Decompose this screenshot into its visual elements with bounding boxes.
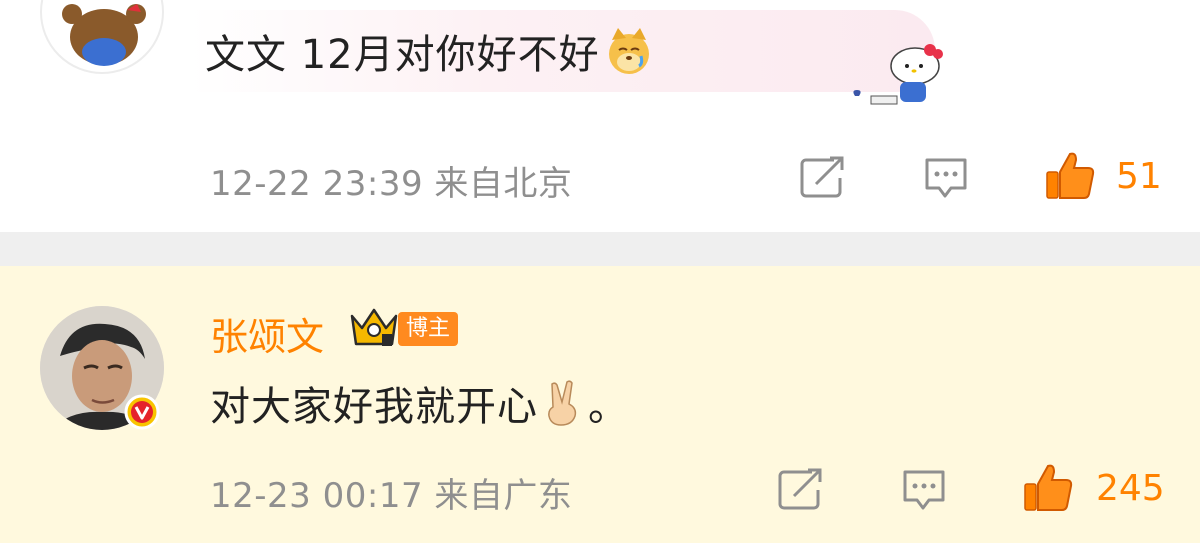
victory-hand-emoji-icon: [548, 380, 577, 426]
section-divider: [0, 232, 1200, 266]
crown-badge-icon: [350, 308, 398, 346]
like-icon[interactable]: [1022, 462, 1074, 514]
username[interactable]: 张颂文: [210, 306, 324, 361]
hello-kitty-icon: [853, 44, 943, 105]
share-icon[interactable]: [778, 468, 824, 510]
like-count: 51: [1116, 156, 1162, 197]
avatar[interactable]: [40, 0, 164, 74]
comment-meta: 12-22 23:39 来自北京: [210, 164, 573, 204]
comment-text-content: 文文 12月对你好不好: [205, 32, 600, 78]
comment-text: 对大家好我就开心 。: [210, 374, 629, 432]
verified-v-icon: [124, 394, 160, 430]
comment-card-pinned: 张颂文 博主 对大家好我就开心 。 12-23 00:17 来自广东 245: [0, 266, 1200, 543]
comment-text-suffix: 。: [588, 384, 629, 430]
comment-icon[interactable]: [901, 468, 947, 512]
comment-text: 文文 12月对你好不好: [205, 22, 652, 80]
dog-cry-emoji-icon: [608, 28, 649, 74]
comment-card: 文文 12月对你好不好 12-22 23:39 来自北京 51: [0, 0, 1200, 232]
like-count: 245: [1096, 468, 1165, 509]
comment-icon[interactable]: [923, 156, 969, 200]
comment-meta: 12-23 00:17 来自广东: [210, 476, 573, 516]
comment-text-content: 对大家好我就开心: [210, 384, 538, 430]
blogger-badge: 博主: [398, 312, 458, 346]
like-icon[interactable]: [1044, 150, 1096, 202]
share-icon[interactable]: [800, 156, 846, 198]
